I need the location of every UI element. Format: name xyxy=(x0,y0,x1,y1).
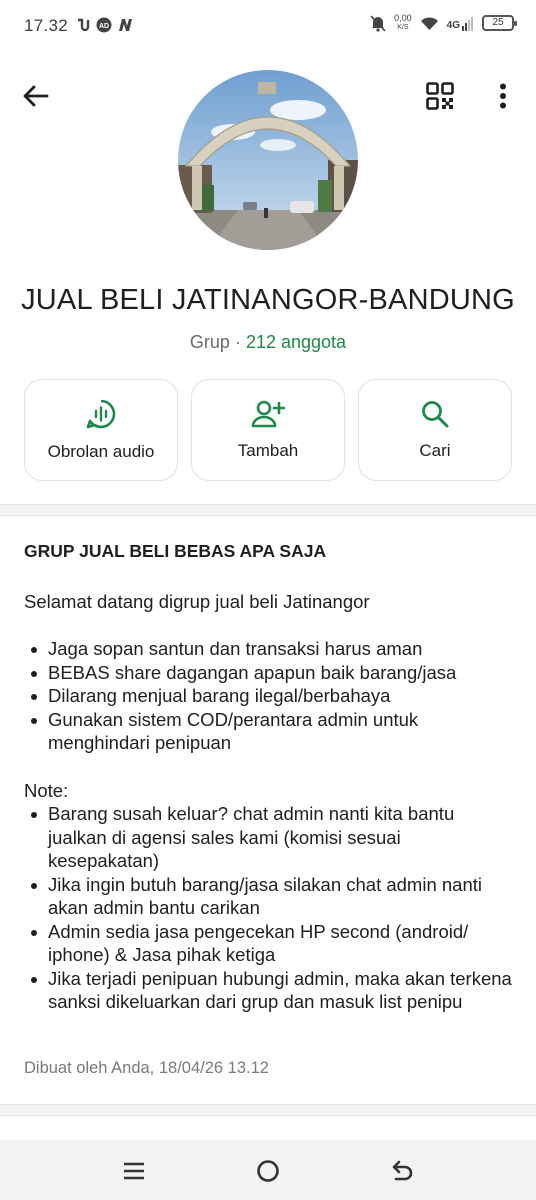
network-type: 4G xyxy=(446,19,460,31)
created-by-info: Dibuat oleh Anda, 18/04/26 13.12 xyxy=(24,1059,269,1077)
list-item: Jika terjadi penipuan hubungi admin, mak… xyxy=(24,967,516,1014)
n-app-icon xyxy=(119,19,132,31)
arrow-left-icon xyxy=(23,85,49,107)
more-options-button[interactable] xyxy=(486,78,520,114)
section-divider xyxy=(0,504,536,516)
back-return-icon xyxy=(392,1160,413,1181)
recent-apps-button[interactable] xyxy=(117,1154,151,1188)
app-notification-icon xyxy=(78,18,90,32)
audio-chat-button[interactable]: Obrolan audio xyxy=(24,379,178,481)
cell-signal: 4G xyxy=(447,16,474,31)
action-buttons: Obrolan audio Tambah Cari xyxy=(24,379,512,481)
ad-badge-icon: AD xyxy=(96,17,112,33)
signal-bars-icon xyxy=(462,16,473,31)
net-speed: 0,00 K/S xyxy=(394,14,412,32)
menu-icon xyxy=(124,1162,144,1180)
search-icon xyxy=(422,401,449,428)
note-label: Note: xyxy=(24,779,69,801)
members-count-link[interactable]: 212 anggota xyxy=(246,332,346,352)
home-button[interactable] xyxy=(251,1154,285,1188)
list-item: Dilarang menjual barang ilegal/berbahaya xyxy=(24,684,516,708)
rules-list: Jaga sopan santun dan transaksi harus am… xyxy=(24,637,516,755)
search-label: Cari xyxy=(419,441,451,460)
list-item: Admin sedia jasa pengecekan HP second (a… xyxy=(24,920,516,967)
subtitle-separator: · xyxy=(229,332,246,352)
net-speed-value: 0,00 xyxy=(394,13,412,23)
search-button[interactable]: Cari xyxy=(358,379,512,481)
description-welcome: Selamat datang digrup jual beli Jatinang… xyxy=(24,590,370,612)
list-item: Gunakan sistem COD/perantara admin untuk… xyxy=(24,708,516,755)
list-item: Barang susah keluar? chat admin nanti ki… xyxy=(24,802,516,873)
add-member-button[interactable]: Tambah xyxy=(191,379,345,481)
more-vertical-icon xyxy=(500,83,506,109)
home-circle-icon xyxy=(257,1160,279,1182)
notification-icons: AD xyxy=(76,17,133,33)
group-photo-gate xyxy=(178,70,358,250)
status-right: 0,00 K/S 4G 25 xyxy=(370,14,517,32)
back-button[interactable] xyxy=(18,78,54,114)
group-avatar[interactable] xyxy=(178,70,358,250)
section-divider xyxy=(0,1104,536,1116)
qr-code-icon xyxy=(426,82,454,110)
bell-muted-icon xyxy=(370,14,386,32)
list-item: Jaga sopan santun dan transaksi harus am… xyxy=(24,637,516,661)
status-bar: 17.32 AD 0,00 K/S 4G 25 xyxy=(0,0,536,54)
svg-text:AD: AD xyxy=(99,23,109,30)
group-description: GRUP JUAL BELI BEBAS APA SAJA Selamat da… xyxy=(24,540,516,1014)
battery-indicator: 25 xyxy=(482,15,517,31)
status-time: 17.32 xyxy=(24,16,69,35)
add-member-label: Tambah xyxy=(237,441,299,460)
audio-chat-label: Obrolan audio xyxy=(47,442,155,461)
wifi-icon xyxy=(420,16,438,30)
group-type: Grup xyxy=(189,332,230,352)
system-nav-bar xyxy=(0,1140,536,1200)
group-subtitle: Grup · 212 anggota xyxy=(0,332,536,353)
qr-code-button[interactable] xyxy=(422,78,458,114)
audio-chat-icon xyxy=(86,399,116,429)
nav-back-button[interactable] xyxy=(385,1154,419,1188)
group-name: JUAL BELI JATINANGOR-BANDUNG xyxy=(21,284,515,316)
description-title: GRUP JUAL BELI BEBAS APA SAJA xyxy=(24,541,327,561)
notes-list: Barang susah keluar? chat admin nanti ki… xyxy=(24,802,516,1014)
add-person-icon xyxy=(251,400,285,428)
list-item: Jika ingin butuh barang/jasa silakan cha… xyxy=(24,873,516,920)
list-item: BEBAS share dagangan apapun baik barang/… xyxy=(24,661,516,685)
net-speed-unit: K/S xyxy=(397,24,409,31)
